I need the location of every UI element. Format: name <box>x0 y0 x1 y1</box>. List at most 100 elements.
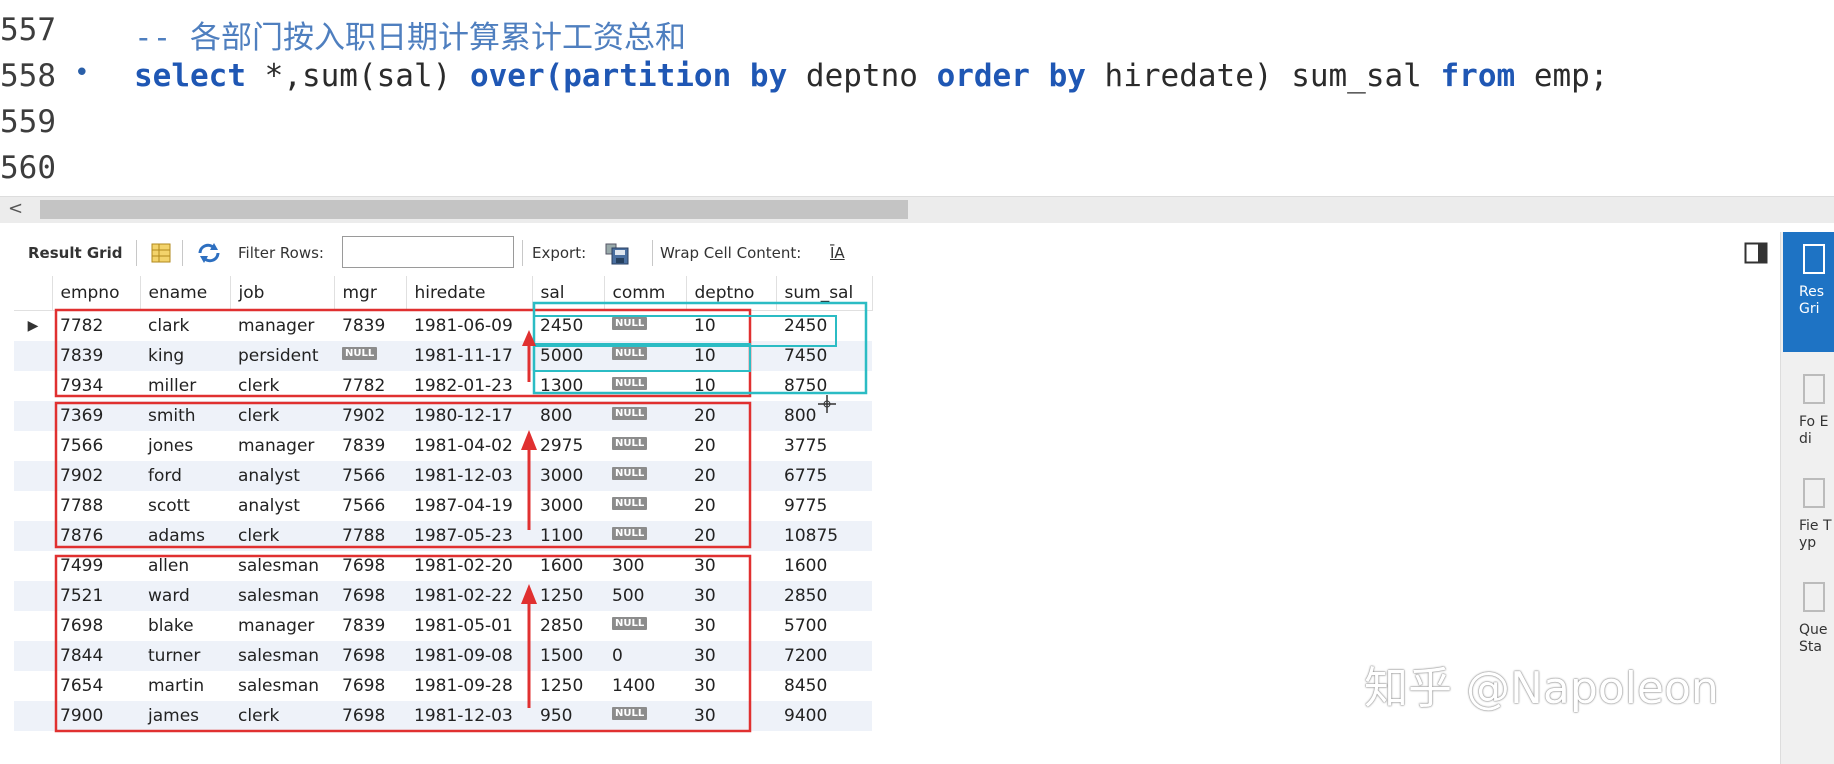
column-header-mgr[interactable]: mgr <box>334 276 407 311</box>
grid-layout-icon[interactable] <box>150 242 172 268</box>
cell-ename[interactable]: allen <box>140 551 230 581</box>
cell-empno[interactable]: 7902 <box>52 461 140 491</box>
cell-comm[interactable]: NULL <box>604 401 686 431</box>
cell-hiredate[interactable]: 1981-06-09 <box>406 310 532 341</box>
cell-ename[interactable]: james <box>140 701 230 731</box>
cell-hiredate[interactable]: 1981-09-28 <box>406 671 532 701</box>
table-row[interactable]: 7902 ford analyst 7566 1981-12-03 3000 NULL 20 6… <box>14 461 872 491</box>
cell-sal[interactable]: 1100 <box>532 521 604 551</box>
column-header-job[interactable]: job <box>230 276 335 311</box>
cell-comm[interactable]: 300 <box>604 551 686 581</box>
table-row[interactable]: 7934 miller clerk 7782 1982-01-23 1300 NULL 10 8… <box>14 371 872 401</box>
cell-hiredate[interactable]: 1980-12-17 <box>406 401 532 431</box>
cell-hiredate[interactable]: 1981-02-20 <box>406 551 532 581</box>
cell-job[interactable]: clerk <box>230 401 334 431</box>
side-panel-tab-2[interactable]: Fie Typ <box>1783 466 1834 566</box>
cell-empno[interactable]: 7876 <box>52 521 140 551</box>
cell-deptno[interactable]: 30 <box>686 701 776 731</box>
cell-sum_sal[interactable]: 10875 <box>776 521 872 551</box>
cell-sal[interactable]: 1250 <box>532 581 604 611</box>
column-header-ename[interactable]: ename <box>140 276 231 311</box>
row-marker[interactable] <box>14 551 52 581</box>
table-row[interactable]: 7876 adams clerk 7788 1987-05-23 1100 NULL 20 10… <box>14 521 872 551</box>
cell-job[interactable]: manager <box>230 310 334 341</box>
cell-hiredate[interactable]: 1981-12-03 <box>406 461 532 491</box>
wrap-cell-icon[interactable]: ĪA <box>830 244 845 262</box>
cell-ename[interactable]: blake <box>140 611 230 641</box>
scroll-left-icon[interactable]: < <box>8 198 23 219</box>
column-header-sal[interactable]: sal <box>532 276 605 311</box>
cell-sal[interactable]: 1600 <box>532 551 604 581</box>
cell-sal[interactable]: 1250 <box>532 671 604 701</box>
cell-mgr[interactable]: 7839 <box>334 310 406 341</box>
cell-empno[interactable]: 7521 <box>52 581 140 611</box>
cell-deptno[interactable]: 20 <box>686 521 776 551</box>
cell-sum_sal[interactable]: 5700 <box>776 611 872 641</box>
cell-sal[interactable]: 2450 <box>532 310 604 341</box>
cell-empno[interactable]: 7839 <box>52 341 140 371</box>
cell-sal[interactable]: 950 <box>532 701 604 731</box>
cell-comm[interactable]: NULL <box>604 461 686 491</box>
cell-sal[interactable]: 5000 <box>532 341 604 371</box>
cell-ename[interactable]: miller <box>140 371 230 401</box>
cell-hiredate[interactable]: 1981-09-08 <box>406 641 532 671</box>
cell-hiredate[interactable]: 1982-01-23 <box>406 371 532 401</box>
side-panel-tab-1[interactable]: Fo Edi <box>1783 362 1834 462</box>
cell-ename[interactable]: scott <box>140 491 230 521</box>
scrollbar-thumb[interactable] <box>40 200 908 219</box>
cell-deptno[interactable]: 10 <box>686 341 776 371</box>
cell-deptno[interactable]: 20 <box>686 461 776 491</box>
cell-deptno[interactable]: 30 <box>686 641 776 671</box>
column-header-deptno[interactable]: deptno <box>686 276 777 311</box>
cell-hiredate[interactable]: 1981-04-02 <box>406 431 532 461</box>
cell-comm[interactable]: NULL <box>604 310 686 341</box>
cell-empno[interactable]: 7934 <box>52 371 140 401</box>
cell-comm[interactable]: NULL <box>604 611 686 641</box>
editor-horizontal-scrollbar[interactable]: < <box>0 196 1834 223</box>
cell-sum_sal[interactable]: 8450 <box>776 671 872 701</box>
cell-hiredate[interactable]: 1981-11-17 <box>406 341 532 371</box>
table-row[interactable]: 7566 jones manager 7839 1981-04-02 2975 NULL 20… <box>14 431 872 461</box>
table-row[interactable]: 7788 scott analyst 7566 1987-04-19 3000 NULL 20… <box>14 491 872 521</box>
cell-mgr[interactable]: 7698 <box>334 671 406 701</box>
cell-empno[interactable]: 7782 <box>52 310 140 341</box>
cell-ename[interactable]: ford <box>140 461 230 491</box>
cell-mgr[interactable]: 7698 <box>334 641 406 671</box>
cell-hiredate[interactable]: 1981-05-01 <box>406 611 532 641</box>
cell-mgr[interactable]: 7839 <box>334 431 406 461</box>
cell-comm[interactable]: NULL <box>604 491 686 521</box>
table-row[interactable]: 7839 king persident NULL 1981-11-17 5000 NULL 1… <box>14 341 872 371</box>
cell-sum_sal[interactable]: 3775 <box>776 431 872 461</box>
cell-mgr[interactable]: 7698 <box>334 581 406 611</box>
row-marker[interactable] <box>14 431 52 461</box>
sql-editor[interactable]: 557 -- 各部门按入职日期计算累计工资总和 558 • select *,su… <box>0 0 1834 196</box>
result-grid[interactable]: empno ename job mgr hiredate sal comm deptno sum… <box>14 276 876 731</box>
table-row[interactable]: 7499 allen salesman 7698 1981-02-20 1600 300 30… <box>14 551 872 581</box>
cell-comm[interactable]: 0 <box>604 641 686 671</box>
cell-mgr[interactable]: 7566 <box>334 491 406 521</box>
cell-comm[interactable]: 1400 <box>604 671 686 701</box>
cell-sal[interactable]: 800 <box>532 401 604 431</box>
column-header-comm[interactable]: comm <box>604 276 687 311</box>
cell-mgr[interactable]: 7698 <box>334 701 406 731</box>
row-marker[interactable] <box>14 611 52 641</box>
cell-job[interactable]: manager <box>230 611 334 641</box>
row-marker[interactable] <box>14 671 52 701</box>
cell-job[interactable]: clerk <box>230 521 334 551</box>
side-panel-tab-3[interactable]: Que Sta <box>1783 570 1834 670</box>
cell-comm[interactable]: 500 <box>604 581 686 611</box>
row-marker[interactable] <box>14 581 52 611</box>
table-row[interactable]: ▶ 7782 clark manager 7839 1981-06-09 2450 NULL 1… <box>14 310 872 341</box>
cell-comm[interactable]: NULL <box>604 341 686 371</box>
table-row[interactable]: 7654 martin salesman 7698 1981-09-28 1250 1400… <box>14 671 872 701</box>
toggle-panel-icon[interactable] <box>1744 242 1768 268</box>
cell-job[interactable]: clerk <box>230 701 334 731</box>
cell-ename[interactable]: adams <box>140 521 230 551</box>
cell-deptno[interactable]: 30 <box>686 671 776 701</box>
cell-hiredate[interactable]: 1981-12-03 <box>406 701 532 731</box>
cell-ename[interactable]: jones <box>140 431 230 461</box>
cell-job[interactable]: salesman <box>230 581 334 611</box>
cell-sum_sal[interactable]: 7450 <box>776 341 872 371</box>
row-marker[interactable] <box>14 371 52 401</box>
cell-deptno[interactable]: 30 <box>686 611 776 641</box>
